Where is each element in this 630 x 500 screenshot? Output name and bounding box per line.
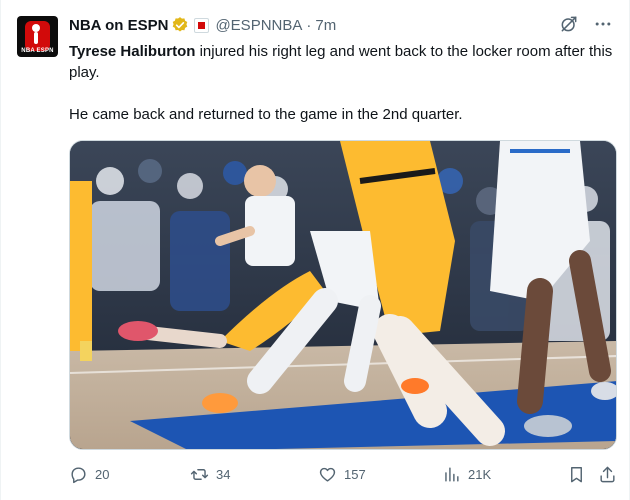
avatar[interactable]: NBA ESPN bbox=[17, 16, 58, 57]
affiliate-badge-icon[interactable] bbox=[194, 17, 210, 33]
like-count: 157 bbox=[344, 466, 366, 482]
timestamp[interactable]: 7m bbox=[315, 17, 336, 34]
heart-icon bbox=[318, 465, 337, 484]
repost-button[interactable]: 34 bbox=[190, 465, 230, 484]
tweet-paragraph-1: Tyrese Haliburton injured his right leg … bbox=[69, 41, 614, 83]
tweet-media-image[interactable] bbox=[69, 140, 617, 450]
game-photo bbox=[70, 141, 616, 449]
display-name[interactable]: NBA on ESPN bbox=[69, 17, 168, 34]
top-icons bbox=[559, 14, 613, 34]
reply-count: 20 bbox=[95, 466, 110, 482]
views-count: 21K bbox=[468, 466, 492, 482]
bookmark-button[interactable] bbox=[567, 465, 586, 484]
bookmark-icon bbox=[567, 465, 586, 484]
nba-logo-icon bbox=[25, 21, 50, 51]
grok-icon[interactable] bbox=[559, 14, 579, 34]
like-button[interactable]: 157 bbox=[318, 465, 366, 484]
tweet-card[interactable]: NBA ESPN NBA on ESPN @ESPNNBA · 7m Tyres… bbox=[0, 0, 630, 500]
action-bar: 20 34 157 21K bbox=[69, 460, 617, 488]
handle[interactable]: @ESPNNBA bbox=[215, 17, 302, 34]
tweet-header: NBA on ESPN @ESPNNBA · 7m bbox=[69, 14, 336, 36]
reply-button[interactable]: 20 bbox=[69, 465, 109, 484]
repost-icon bbox=[190, 465, 209, 484]
share-button[interactable] bbox=[598, 465, 617, 484]
views-button[interactable]: 21K bbox=[442, 465, 491, 484]
avatar-text: NBA ESPN bbox=[21, 48, 54, 54]
views-icon bbox=[442, 465, 461, 484]
tweet-text: Tyrese Haliburton injured his right leg … bbox=[69, 41, 614, 125]
player-name: Tyrese Haliburton bbox=[69, 43, 196, 60]
repost-count: 34 bbox=[216, 466, 231, 482]
share-icon bbox=[598, 465, 617, 484]
separator-dot: · bbox=[306, 16, 312, 34]
tweet-paragraph-2: He came back and returned to the game in… bbox=[69, 106, 463, 123]
verified-badge-icon[interactable] bbox=[171, 16, 189, 34]
reply-icon bbox=[69, 465, 88, 484]
more-icon[interactable] bbox=[593, 14, 613, 34]
